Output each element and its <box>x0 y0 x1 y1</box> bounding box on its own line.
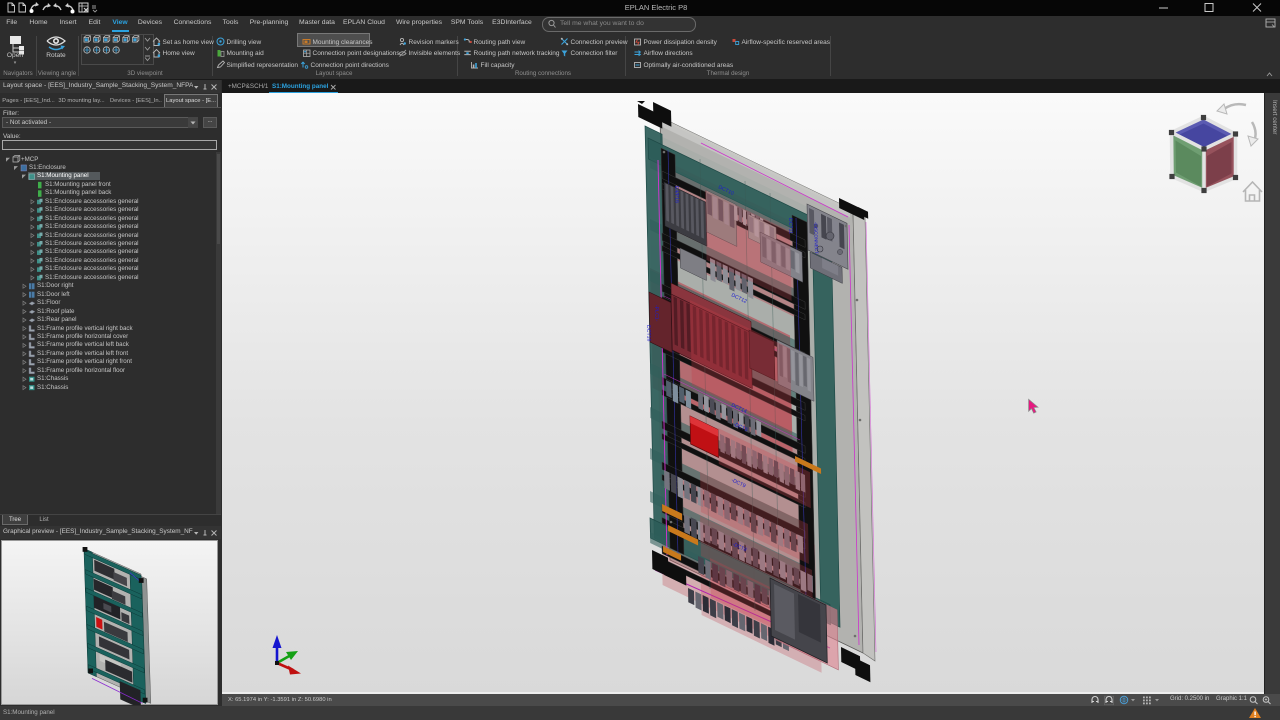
svg-text:DCT11: DCT11 <box>787 218 794 234</box>
svg-text:-PLC1-: -PLC1- <box>653 305 660 322</box>
svg-text:DCT16: DCT16 <box>645 325 652 342</box>
svg-text:E4/P16: E4/P16 <box>673 186 680 203</box>
